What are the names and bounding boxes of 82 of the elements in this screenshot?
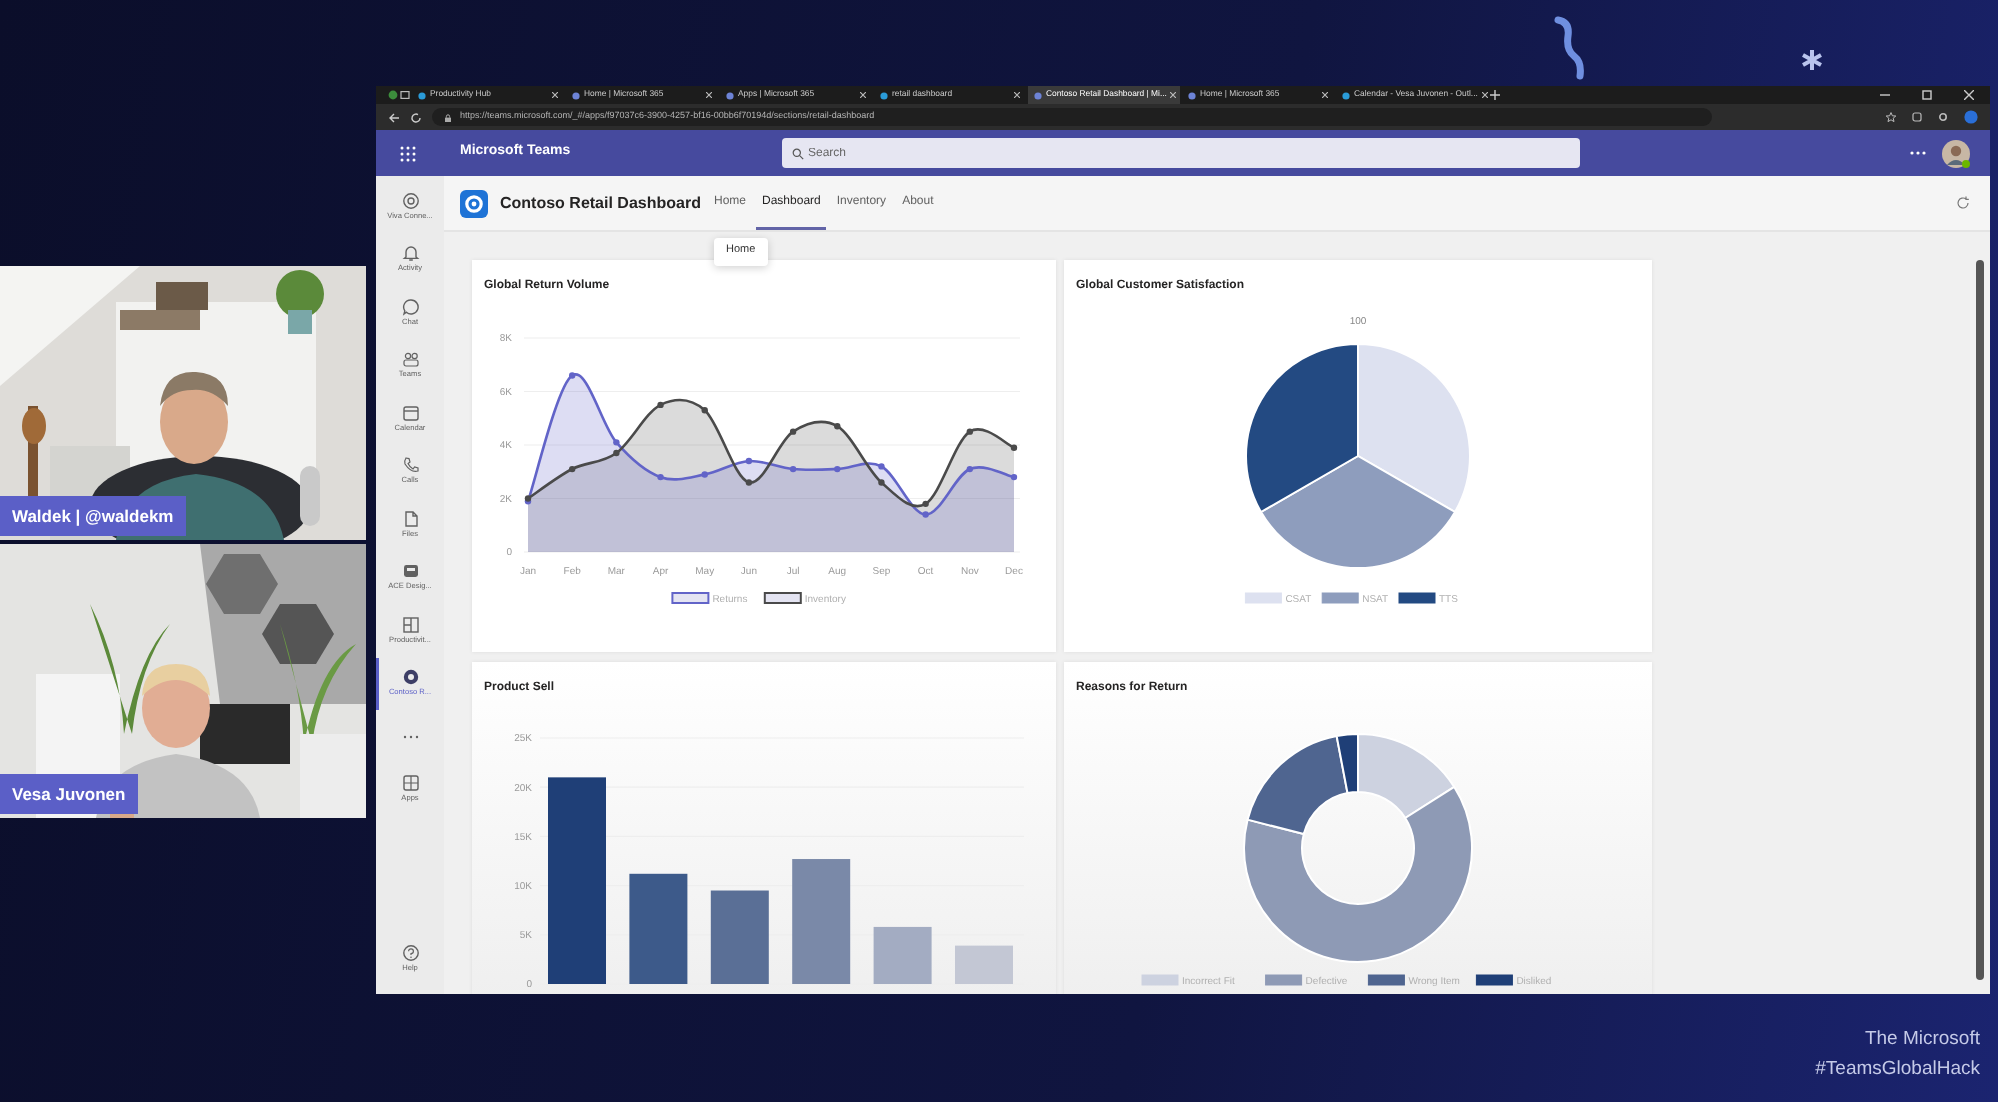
data-point bbox=[966, 428, 973, 435]
data-point bbox=[701, 471, 708, 478]
squiggle-icon bbox=[1550, 16, 1590, 80]
legend-swatch[interactable] bbox=[1367, 974, 1405, 986]
scrollbar[interactable] bbox=[1976, 260, 1984, 980]
calendar-icon bbox=[401, 403, 419, 422]
search-icon bbox=[792, 147, 804, 159]
close-icon[interactable] bbox=[552, 92, 558, 98]
asterisk-icon bbox=[1800, 48, 1824, 72]
minimize-icon[interactable] bbox=[1880, 90, 1890, 100]
data-point bbox=[834, 465, 841, 473]
data-point bbox=[878, 463, 885, 470]
close-icon[interactable] bbox=[1170, 92, 1177, 98]
data-point bbox=[569, 465, 576, 473]
caption-line: The Microsoft bbox=[1864, 1026, 1980, 1054]
speaker-name: Waldek | @waldekm bbox=[0, 495, 186, 536]
page-icon bbox=[572, 91, 580, 99]
caption-line: #TeamsGlobalHack bbox=[1815, 1056, 1980, 1085]
legend-swatch[interactable] bbox=[1398, 592, 1436, 604]
phone-icon bbox=[401, 456, 419, 475]
close-icon[interactable] bbox=[1014, 92, 1020, 98]
refresh-icon[interactable] bbox=[1956, 196, 1970, 210]
app-icon bbox=[401, 562, 419, 581]
data-point bbox=[745, 479, 753, 486]
board-icon bbox=[401, 615, 419, 634]
bell-icon bbox=[401, 244, 419, 263]
lock-icon bbox=[444, 113, 452, 121]
page-icon bbox=[726, 91, 734, 99]
file-icon bbox=[401, 509, 419, 528]
data-point bbox=[966, 465, 973, 473]
data-point bbox=[657, 401, 664, 409]
viva-icon bbox=[401, 191, 419, 210]
extension-icon[interactable] bbox=[1912, 112, 1922, 122]
data-point bbox=[613, 439, 620, 446]
back-icon[interactable] bbox=[388, 111, 400, 123]
app-icon bbox=[401, 668, 419, 687]
legend-swatch[interactable] bbox=[671, 592, 710, 604]
close-icon[interactable] bbox=[1322, 92, 1328, 98]
close-icon[interactable] bbox=[860, 92, 866, 98]
data-point bbox=[922, 511, 929, 518]
data-point bbox=[569, 372, 576, 379]
page-icon bbox=[880, 91, 888, 99]
logo-icon bbox=[464, 193, 484, 213]
people-icon bbox=[401, 350, 419, 369]
data-point bbox=[613, 449, 620, 457]
new-tab-icon[interactable] bbox=[1490, 90, 1500, 100]
avatar-icon[interactable] bbox=[1942, 139, 1970, 167]
data-point bbox=[789, 465, 797, 473]
star-icon[interactable] bbox=[1886, 112, 1896, 122]
settings-icon[interactable] bbox=[1938, 112, 1948, 122]
help-icon bbox=[401, 944, 419, 963]
refresh-icon[interactable] bbox=[410, 111, 422, 123]
apps-icon bbox=[401, 774, 419, 793]
data-point bbox=[745, 457, 753, 465]
more-icon[interactable] bbox=[1910, 150, 1926, 156]
chat-icon bbox=[401, 297, 419, 316]
close-icon[interactable] bbox=[706, 92, 712, 98]
app-launcher-icon[interactable] bbox=[400, 145, 416, 161]
legend-swatch[interactable] bbox=[1265, 974, 1303, 986]
data-point bbox=[834, 423, 841, 430]
page-icon bbox=[1188, 91, 1196, 99]
bing-icon[interactable] bbox=[1964, 110, 1978, 124]
data-point bbox=[789, 428, 797, 435]
dashboard-title: Contoso Retail Dashboard bbox=[500, 191, 703, 215]
close-icon[interactable] bbox=[1964, 90, 1974, 100]
legend-swatch[interactable] bbox=[1321, 592, 1359, 604]
tab-actions-icon bbox=[400, 90, 410, 100]
data-point bbox=[1010, 444, 1018, 451]
page-icon bbox=[1034, 91, 1042, 99]
profile-icon bbox=[388, 90, 398, 100]
data-point bbox=[657, 473, 664, 481]
data-point bbox=[701, 407, 708, 414]
data-point bbox=[922, 500, 929, 508]
close-icon[interactable] bbox=[1481, 92, 1488, 98]
data-point bbox=[1010, 473, 1018, 481]
speaker-name: Vesa Juvonen bbox=[0, 773, 138, 814]
data-point bbox=[878, 479, 885, 486]
page-icon bbox=[1342, 91, 1350, 99]
legend-swatch[interactable] bbox=[763, 592, 802, 604]
maximize-icon[interactable] bbox=[1922, 90, 1932, 100]
legend-swatch[interactable] bbox=[1475, 974, 1513, 986]
page-icon bbox=[418, 91, 426, 99]
